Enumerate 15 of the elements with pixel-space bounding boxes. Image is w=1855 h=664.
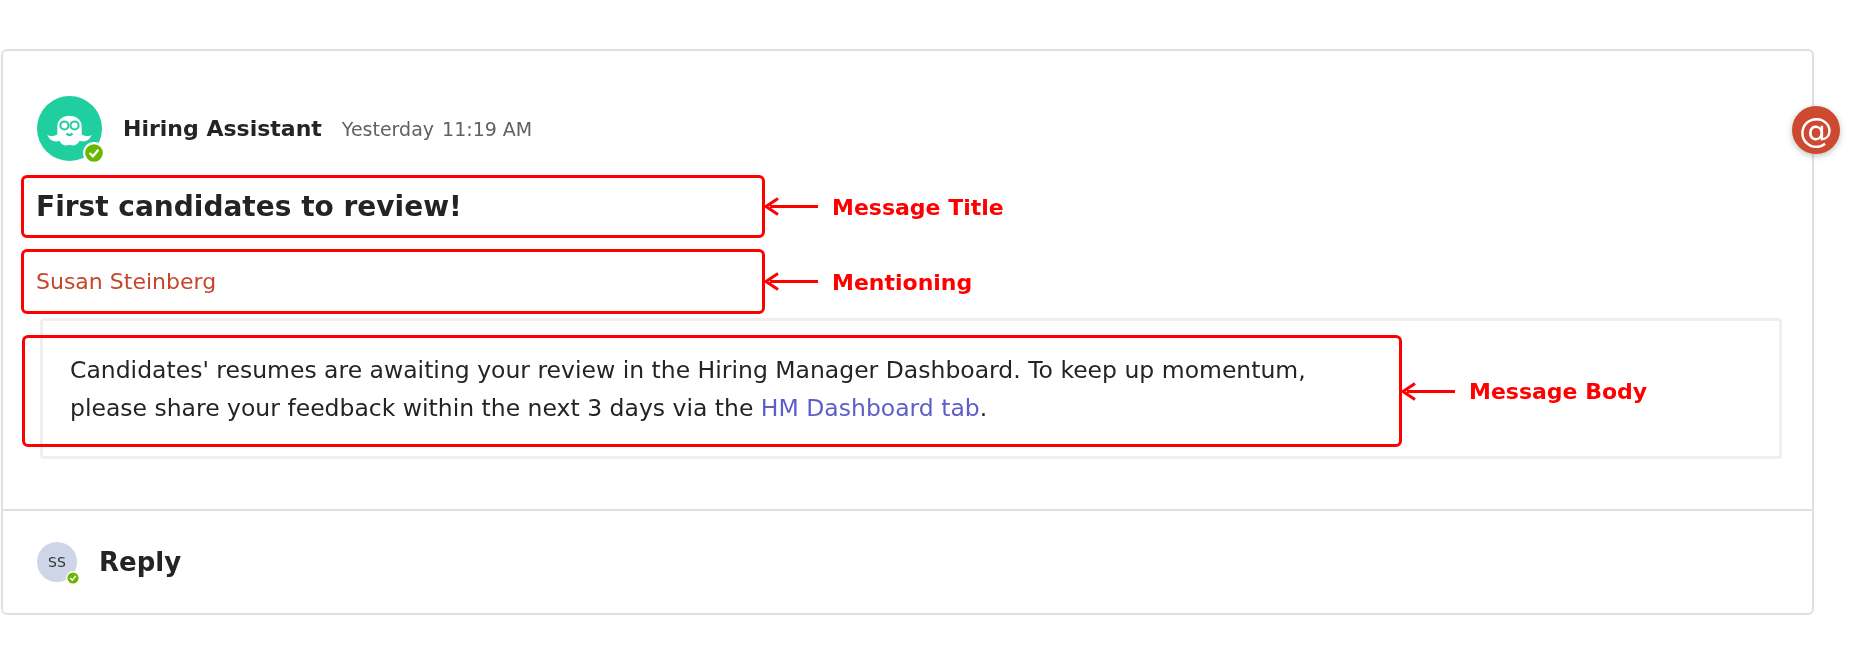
message-body: Candidates' resumes are awaiting your review in the Hiring Manager Dashboard. To keep up momentum, please share your feedback within the next 3 days via the HM Dashboard tab.: [70, 355, 1307, 424]
message-title: First candidates to review!: [36, 190, 462, 223]
sender-name: Hiring Assistant: [123, 116, 322, 141]
user-avatar: SS: [37, 542, 77, 582]
annotation-label: Message Body: [1469, 378, 1648, 404]
annotation-label: Mentioning: [832, 269, 973, 294]
message-day: Yesterday: [341, 117, 435, 140]
mention-badge: @: [1792, 106, 1840, 154]
reply-label: Reply: [99, 547, 182, 577]
reply-bar[interactable]: SS Reply: [3, 509, 1812, 613]
mention-name[interactable]: Susan Steinberg: [36, 269, 217, 294]
dashboard-link[interactable]: HM Dashboard tab: [760, 394, 980, 422]
message-time: 11:19 AM: [442, 117, 533, 140]
annotation-label: Message Title: [832, 194, 1004, 219]
bot-avatar-icon: [37, 96, 102, 161]
